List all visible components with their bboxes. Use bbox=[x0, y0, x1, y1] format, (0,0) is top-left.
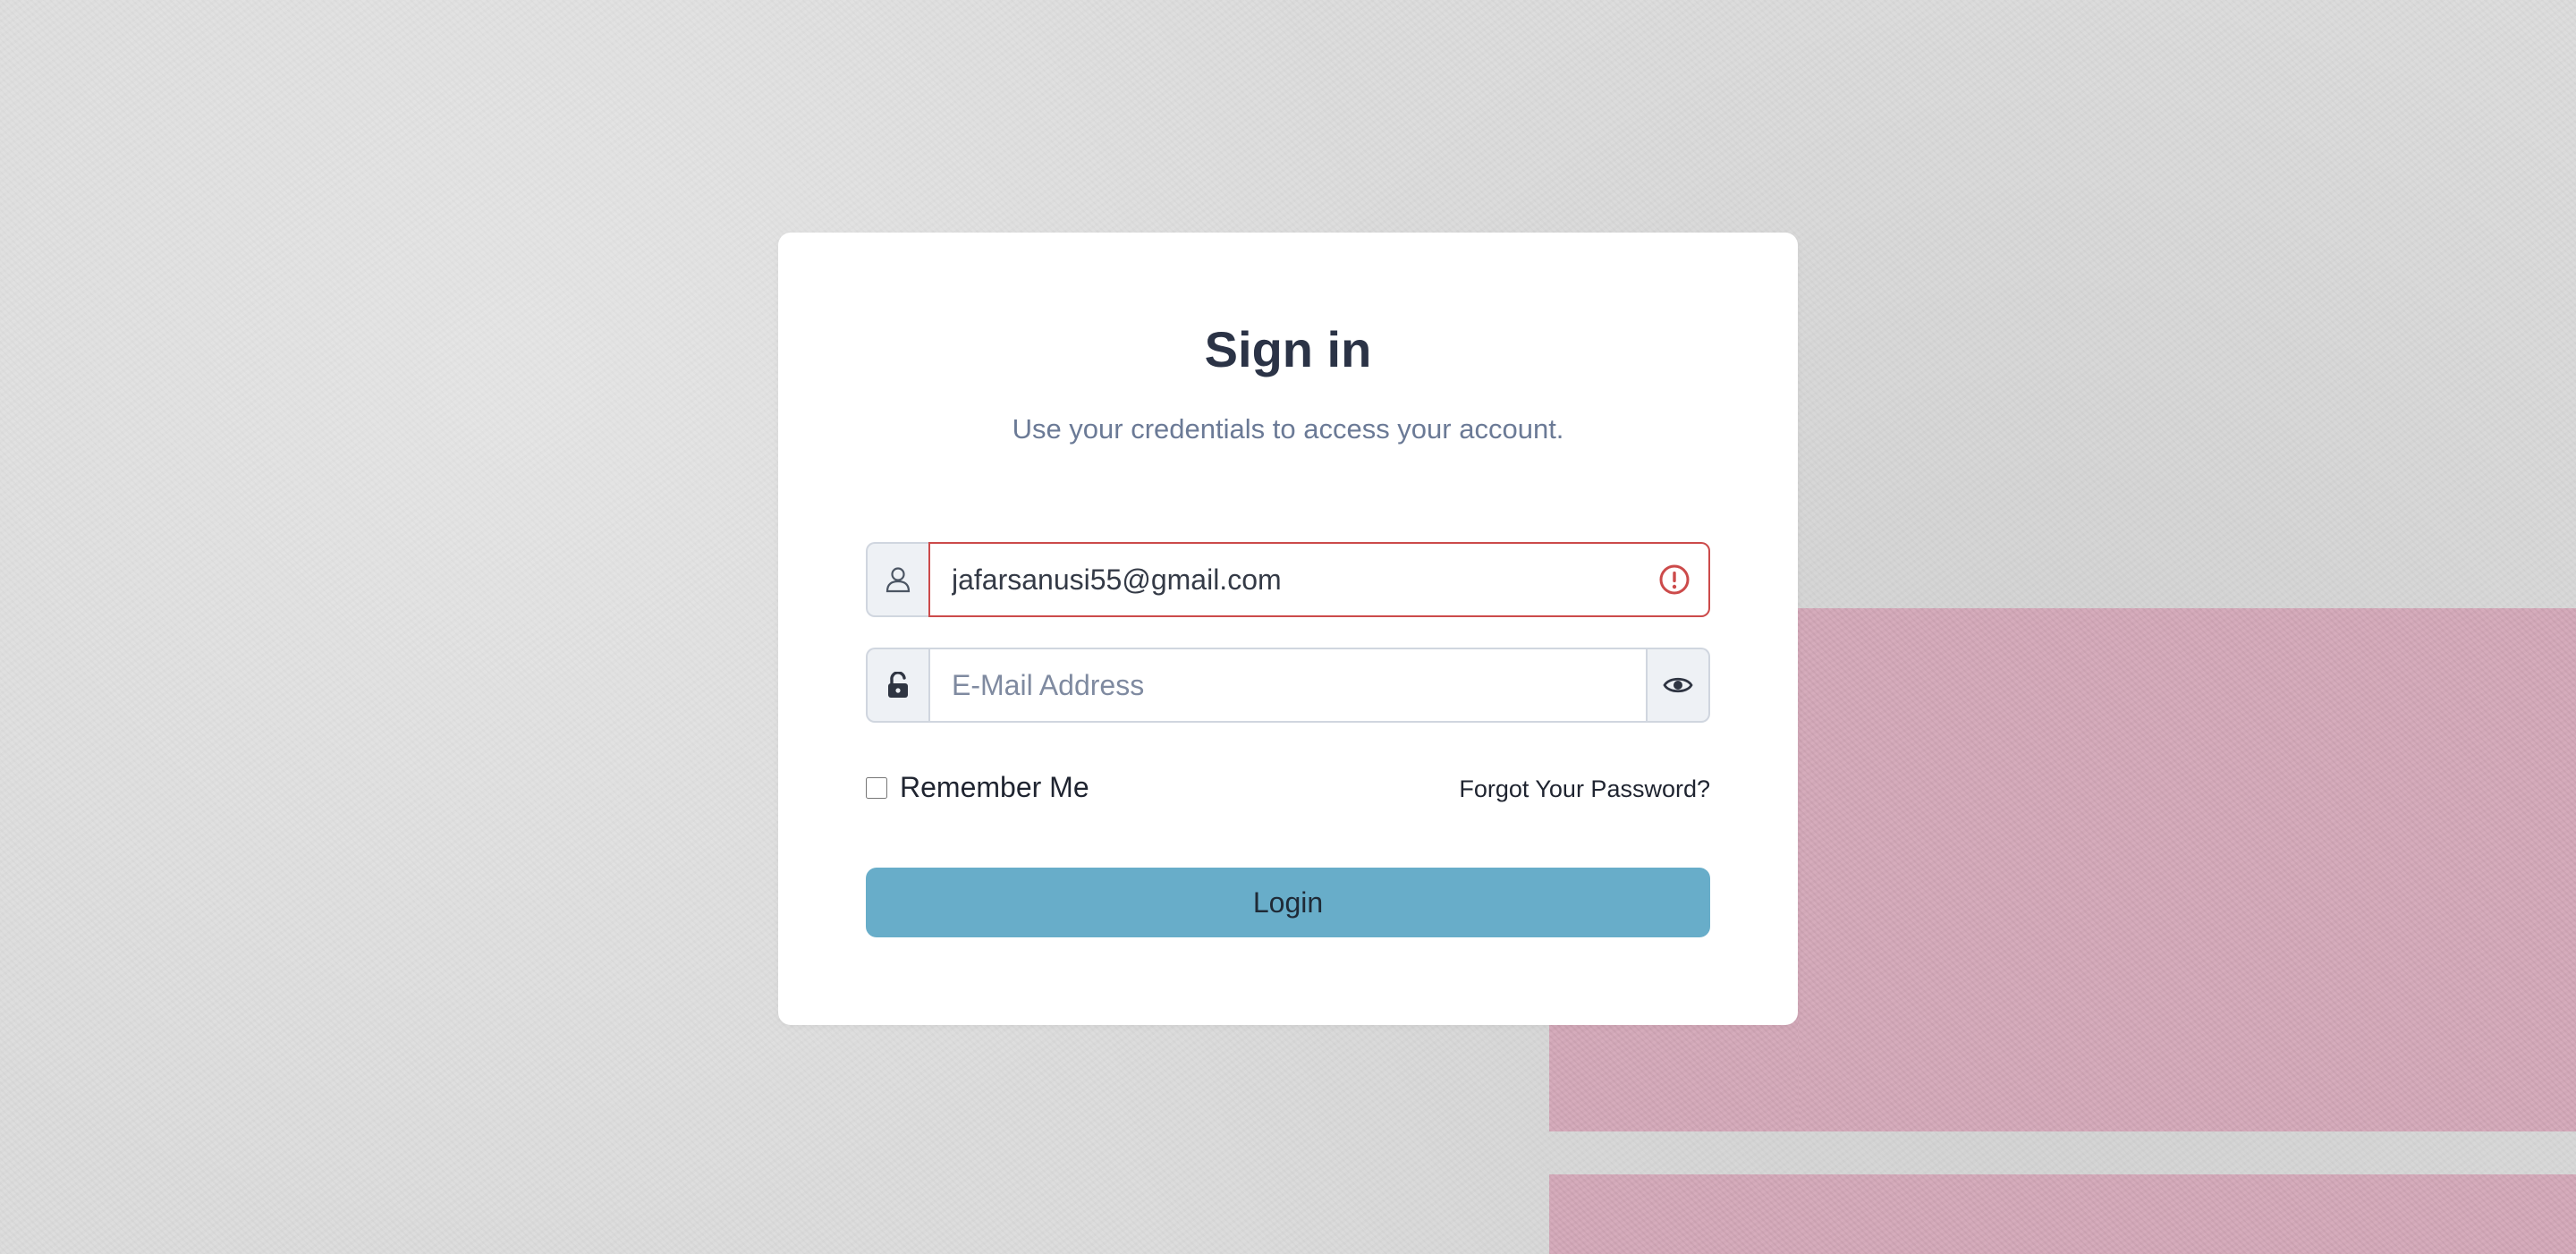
password-input-group bbox=[866, 648, 1710, 723]
email-input-group bbox=[866, 542, 1710, 617]
background-pink-band bbox=[1549, 1174, 2576, 1254]
login-card: Sign in Use your credentials to access y… bbox=[778, 233, 1798, 1025]
eye-icon[interactable] bbox=[1648, 648, 1710, 723]
page-title: Sign in bbox=[1204, 321, 1372, 377]
forgot-password-link[interactable]: Forgot Your Password? bbox=[1459, 775, 1710, 803]
unlock-icon bbox=[866, 648, 928, 723]
background-pink-band bbox=[1798, 608, 2576, 1131]
remember-me-checkbox[interactable] bbox=[866, 776, 887, 799]
email-field[interactable] bbox=[928, 542, 1710, 617]
remember-me-row: Remember Me bbox=[866, 771, 1089, 804]
user-icon bbox=[866, 542, 928, 617]
error-exclamation-icon bbox=[1659, 564, 1690, 595]
password-field[interactable] bbox=[928, 648, 1648, 723]
remember-me-label: Remember Me bbox=[900, 771, 1089, 803]
page-subtitle: Use your credentials to access your acco… bbox=[1012, 413, 1564, 445]
login-button[interactable]: Login bbox=[866, 868, 1710, 937]
